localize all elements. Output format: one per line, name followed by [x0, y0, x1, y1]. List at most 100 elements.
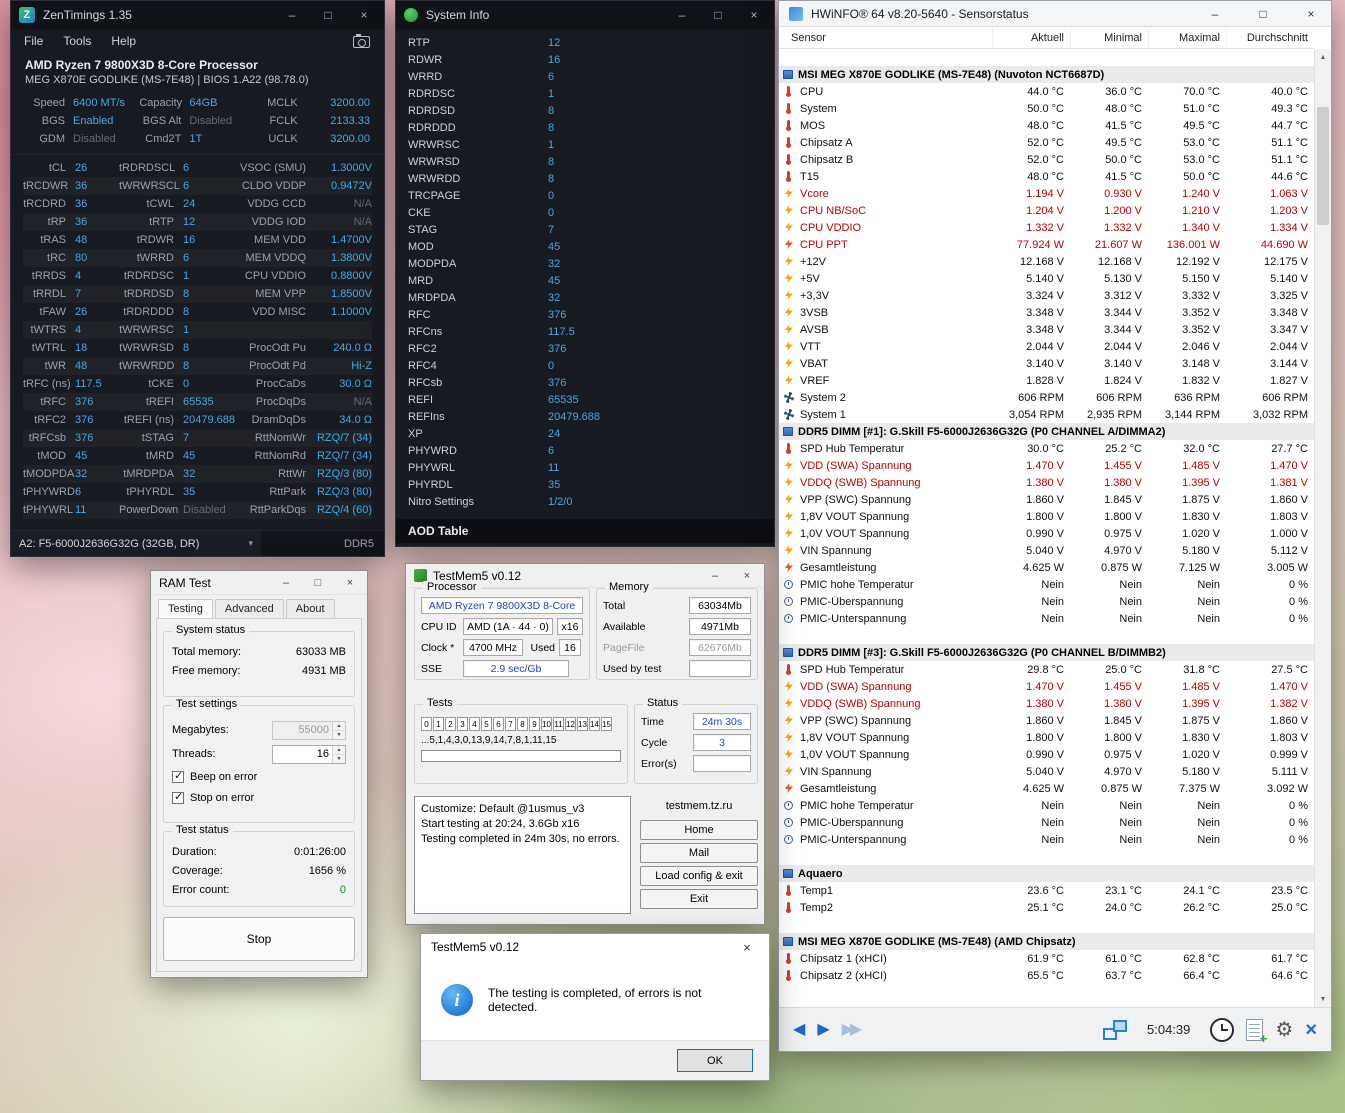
scroll-down-icon[interactable]: ▼ — [1315, 991, 1331, 1007]
sensor-row[interactable]: Vcore 1.194 V 0.930 V 1.240 V 1.063 V — [779, 185, 1314, 202]
sensor-row[interactable]: VDD (SWA) Spannung 1.470 V 1.455 V 1.485 V 1… — [779, 457, 1314, 474]
scroll-up-icon[interactable]: ▲ — [1315, 49, 1331, 65]
sensor-row[interactable]: VIN Spannung 5.040 V 4.970 V 5.180 V 5.111 V — [779, 763, 1314, 780]
maximize-icon[interactable]: □ — [704, 8, 732, 22]
minimize-icon[interactable]: – — [273, 572, 299, 594]
sensor-row[interactable]: System 50.0 °C 48.0 °C 51.0 °C 49.3 °C — [779, 100, 1314, 117]
sensor-row[interactable]: VPP (SWC) Spannung 1.860 V 1.845 V 1.875 V 1… — [779, 712, 1314, 729]
menu-item-help[interactable]: Help — [102, 32, 145, 50]
ok-button[interactable]: OK — [677, 1049, 753, 1072]
sensor-row[interactable]: MOS 48.0 °C 41.5 °C 49.5 °C 44.7 °C — [779, 117, 1314, 134]
report-icon[interactable] — [1246, 1018, 1267, 1046]
sensor-row[interactable]: Temp2 25.1 °C 24.0 °C 26.2 °C 25.0 °C — [779, 899, 1314, 916]
sensor-row[interactable]: VIN Spannung 5.040 V 4.970 V 5.180 V 5.112 V — [779, 542, 1314, 559]
layout-windows-icon[interactable] — [1103, 1019, 1127, 1040]
sensor-row[interactable]: T15 48.0 °C 41.5 °C 50.0 °C 44.6 °C — [779, 168, 1314, 185]
sensor-row[interactable]: +12V 12.168 V 12.168 V 12.192 V 12.175 V — [779, 253, 1314, 270]
sensor-row[interactable]: Chipsatz B 52.0 °C 50.0 °C 53.0 °C 51.1 °C — [779, 151, 1314, 168]
sensor-row[interactable]: VTT 2.044 V 2.044 V 2.046 V 2.044 V — [779, 338, 1314, 355]
sensor-row[interactable]: PMIC-Überspannung Nein Nein Nein 0 % — [779, 593, 1314, 610]
fast-forward-icon[interactable]: ▶▶ — [842, 1021, 863, 1038]
sensor-row[interactable]: SPD Hub Temperatur 30.0 °C 25.2 °C 32.0 °C 2… — [779, 440, 1314, 457]
system-info-titlebar[interactable]: System Info – □ × — [396, 1, 774, 29]
maximize-icon[interactable]: □ — [305, 572, 331, 594]
maximize-icon[interactable]: □ — [1243, 1, 1283, 27]
column-header-minimal[interactable]: Minimal — [1070, 27, 1148, 48]
column-header-durchschnitt[interactable]: Durchschnitt — [1226, 27, 1314, 48]
sensor-row[interactable]: CPU 44.0 °C 36.0 °C 70.0 °C 40.0 °C — [779, 83, 1314, 100]
sensor-group-header[interactable]: DDR5 DIMM [#1]: G.Skill F5-6000J2636G32G… — [779, 423, 1314, 440]
mail-button[interactable]: Mail — [640, 843, 758, 863]
close-icon[interactable]: × — [1291, 1, 1331, 27]
settings-gear-icon[interactable]: ⚙ — [1275, 1020, 1293, 1040]
spin-up-icon[interactable]: ▲ — [333, 745, 345, 755]
beep-on-error-checkbox[interactable] — [172, 769, 184, 783]
sensor-row[interactable]: PMIC-Unterspannung Nein Nein Nein 0 % — [779, 610, 1314, 627]
spin-down-icon[interactable]: ▼ — [333, 730, 345, 739]
sensor-row[interactable]: AVSB 3.348 V 3.344 V 3.352 V 3.347 V — [779, 321, 1314, 338]
sensor-row[interactable]: Temp1 23.6 °C 23.1 °C 24.1 °C 23.5 °C — [779, 882, 1314, 899]
stop-button[interactable]: Stop — [163, 917, 355, 961]
sensor-row[interactable]: VBAT 3.140 V 3.140 V 3.148 V 3.144 V — [779, 355, 1314, 372]
sensor-row[interactable]: System 1 3,054 RPM 2,935 RPM 3,144 RPM 3,032… — [779, 406, 1314, 423]
threads-stepper[interactable]: 16 ▲ ▼ — [272, 744, 346, 764]
column-header-sensor[interactable]: Sensor — [779, 32, 992, 44]
menu-item-file[interactable]: File — [15, 32, 52, 50]
tab-advanced[interactable]: Advanced — [214, 599, 284, 618]
sensor-row[interactable]: +5V 5.140 V 5.130 V 5.150 V 5.140 V — [779, 270, 1314, 287]
sensor-row[interactable]: 1,8V VOUT Spannung 1.800 V 1.800 V 1.830 V 1… — [779, 729, 1314, 746]
minimize-icon[interactable]: – — [1195, 1, 1235, 27]
close-icon[interactable]: × — [337, 572, 363, 594]
sensor-row[interactable]: PMIC hohe Temperatur Nein Nein Nein 0 % — [779, 797, 1314, 814]
sensor-row[interactable]: Chipsatz 2 (xHCI) 65.5 °C 63.7 °C 66.4 °C 64… — [779, 967, 1314, 984]
close-icon[interactable]: × — [740, 8, 768, 22]
minimize-icon[interactable]: – — [702, 565, 728, 587]
sensor-row[interactable]: PMIC-Unterspannung Nein Nein Nein 0 % — [779, 831, 1314, 848]
sensor-row[interactable]: VDD (SWA) Spannung 1.470 V 1.455 V 1.485 V 1… — [779, 678, 1314, 695]
scrollbar-thumb[interactable] — [1317, 107, 1329, 225]
tab-testing[interactable]: Testing — [158, 599, 213, 618]
sensor-row[interactable]: VDDQ (SWB) Spannung 1.380 V 1.380 V 1.395 V… — [779, 695, 1314, 712]
sensor-row[interactable]: 1,8V VOUT Spannung 1.800 V 1.800 V 1.830 V 1… — [779, 508, 1314, 525]
close-icon[interactable]: × — [725, 934, 769, 960]
dimm-selector-dropdown[interactable]: A2: F5-6000J2636G32G (32GB, DR) ▾ — [11, 531, 261, 556]
stop-on-error-checkbox[interactable] — [172, 790, 184, 804]
hwinfo-titlebar[interactable]: HWiNFO® 64 v8.20-5640 - Sensorstatus – □… — [779, 1, 1331, 27]
screenshot-camera-icon[interactable] — [353, 34, 370, 48]
next-arrow-icon[interactable]: ▶ — [817, 1021, 829, 1038]
website-link[interactable]: testmem.tz.ru — [640, 800, 758, 812]
sensor-row[interactable]: +3,3V 3.324 V 3.312 V 3.332 V 3.325 V — [779, 287, 1314, 304]
column-header-aktuell[interactable]: Aktuell — [992, 27, 1070, 48]
sensor-row[interactable]: CPU NB/SoC 1.204 V 1.200 V 1.210 V 1.203 V — [779, 202, 1314, 219]
column-header-maximal[interactable]: Maximal — [1148, 27, 1226, 48]
sensor-row[interactable]: System 2 606 RPM 606 RPM 636 RPM 606 RPM — [779, 389, 1314, 406]
close-icon[interactable]: × — [350, 8, 378, 22]
spin-up-icon[interactable]: ▲ — [333, 721, 345, 731]
exit-button[interactable]: Exit — [640, 889, 758, 909]
close-sensors-icon[interactable]: × — [1305, 1020, 1317, 1040]
minimize-icon[interactable]: – — [278, 8, 306, 22]
sensor-row[interactable]: PMIC hohe Temperatur Nein Nein Nein 0 % — [779, 576, 1314, 593]
sensor-row[interactable]: 1,0V VOUT Spannung 0.990 V 0.975 V 1.020 V 1… — [779, 525, 1314, 542]
load-config-exit-button[interactable]: Load config & exit — [640, 866, 758, 886]
ramtest-titlebar[interactable]: RAM Test – □ × — [151, 571, 367, 595]
close-icon[interactable]: × — [734, 565, 760, 587]
sensor-row[interactable]: 1,0V VOUT Spannung 0.990 V 0.975 V 1.020 V 0… — [779, 746, 1314, 763]
minimize-icon[interactable]: – — [668, 8, 696, 22]
vertical-scrollbar[interactable]: ▲ ▼ — [1314, 49, 1331, 1007]
sensor-row[interactable]: VDDQ (SWB) Spannung 1.380 V 1.380 V 1.395 V… — [779, 474, 1314, 491]
sensor-row[interactable]: Chipsatz 1 (xHCI) 61.9 °C 61.0 °C 62.8 °C 61… — [779, 950, 1314, 967]
menu-item-tools[interactable]: Tools — [54, 32, 100, 50]
sensor-row[interactable]: Chipsatz A 52.0 °C 49.5 °C 53.0 °C 51.1 °C — [779, 134, 1314, 151]
maximize-icon[interactable]: □ — [314, 8, 342, 22]
zentimings-titlebar[interactable]: Z ZenTimings 1.35 – □ × — [11, 1, 384, 29]
sensor-row[interactable]: CPU PPT 77.924 W 21.607 W 136.001 W 44.690 W — [779, 236, 1314, 253]
spinner-buttons[interactable]: ▲ ▼ — [332, 745, 345, 763]
sensor-group-header[interactable]: Aquaero — [779, 865, 1314, 882]
sensor-row[interactable]: PMIC-Überspannung Nein Nein Nein 0 % — [779, 814, 1314, 831]
sensor-group-header[interactable]: MSI MEG X870E GODLIKE (MS-7E48) (AMD Chi… — [779, 933, 1314, 950]
sensor-row[interactable]: VPP (SWC) Spannung 1.860 V 1.845 V 1.875 V 1… — [779, 491, 1314, 508]
sensor-row[interactable]: 3VSB 3.348 V 3.344 V 3.352 V 3.348 V — [779, 304, 1314, 321]
spin-down-icon[interactable]: ▼ — [333, 754, 345, 763]
tab-about[interactable]: About — [285, 599, 335, 618]
